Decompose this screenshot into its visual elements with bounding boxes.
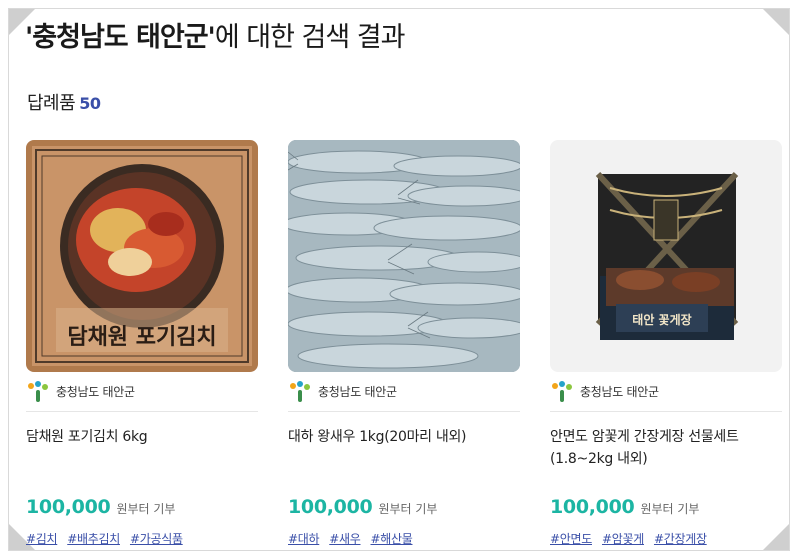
price-row: 100,000 원부터 기부 — [550, 496, 782, 518]
region-logo-icon — [290, 380, 310, 402]
price-suffix: 원부터 기부 — [378, 502, 438, 516]
price-row: 100,000 원부터 기부 — [288, 496, 520, 518]
product-card[interactable]: 태안 꽃게장 충청남도 태안군 안면도 암꽃게 간장게장 선물세트(1.8~2k… — [550, 140, 782, 547]
region-name: 충청남도 태안군 — [318, 385, 397, 399]
product-image-shrimp[interactable] — [288, 140, 520, 372]
tag-link[interactable]: #가공식품 — [130, 530, 183, 547]
price-suffix: 원부터 기부 — [640, 502, 700, 516]
region-row: 충청남도 태안군 — [550, 372, 782, 412]
region-row: 충청남도 태안군 — [288, 372, 520, 412]
product-image-label: 태안 꽃게장 — [632, 312, 691, 327]
section-count: 50 — [79, 94, 101, 113]
price-suffix: 원부터 기부 — [116, 502, 176, 516]
product-card[interactable]: 충청남도 태안군 대하 왕새우 1kg(20마리 내외) 100,000 원부터… — [288, 140, 520, 547]
tag-link[interactable]: #간장게장 — [654, 530, 707, 547]
corner-decoration — [763, 9, 789, 35]
tag-link[interactable]: #김치 — [26, 530, 58, 547]
tag-list: #김치 #배추김치 #가공식품 — [26, 530, 258, 547]
product-price: 100,000 — [26, 496, 111, 518]
tag-link[interactable]: #암꽃게 — [602, 530, 644, 547]
product-price: 100,000 — [550, 496, 635, 518]
search-title-suffix: 에 대한 검색 결과 — [214, 22, 406, 53]
search-result-title: '충청남도 태안군'에 대한 검색 결과 — [25, 21, 406, 55]
tag-link[interactable]: #안면도 — [550, 530, 592, 547]
price-row: 100,000 원부터 기부 — [26, 496, 258, 518]
product-image-label: 담채원 포기김치 — [67, 325, 216, 350]
region-name: 충청남도 태안군 — [56, 385, 135, 399]
tag-link[interactable]: #해산물 — [371, 530, 413, 547]
tag-link[interactable]: #새우 — [329, 530, 361, 547]
product-name[interactable]: 안면도 암꽃게 간장게장 선물세트(1.8~2kg 내외) — [550, 426, 782, 478]
tag-list: #안면도 #암꽃게 #간장게장 — [550, 530, 782, 547]
section-header: 답례품 50 — [27, 92, 101, 116]
region-logo-icon — [552, 380, 572, 402]
search-results-panel: '충청남도 태안군'에 대한 검색 결과 답례품 50 담채원 포기김치 충청남… — [8, 8, 790, 551]
product-name[interactable]: 대하 왕새우 1kg(20마리 내외) — [288, 426, 520, 478]
search-term: '충청남도 태안군' — [25, 22, 216, 53]
product-image-crab-set[interactable]: 태안 꽃게장 — [550, 140, 782, 372]
product-name[interactable]: 담채원 포기김치 6kg — [26, 426, 258, 478]
product-price: 100,000 — [288, 496, 373, 518]
tag-list: #대하 #새우 #해산물 — [288, 530, 520, 547]
tag-link[interactable]: #배추김치 — [67, 530, 120, 547]
product-card[interactable]: 담채원 포기김치 충청남도 태안군 담채원 포기김치 6kg 100,000 원… — [26, 140, 258, 547]
product-image-kimchi[interactable]: 담채원 포기김치 — [26, 140, 258, 372]
section-label: 답례품 — [27, 93, 76, 114]
region-row: 충청남도 태안군 — [26, 372, 258, 412]
region-name: 충청남도 태안군 — [580, 385, 659, 399]
region-logo-icon — [28, 380, 48, 402]
tag-link[interactable]: #대하 — [288, 530, 320, 547]
